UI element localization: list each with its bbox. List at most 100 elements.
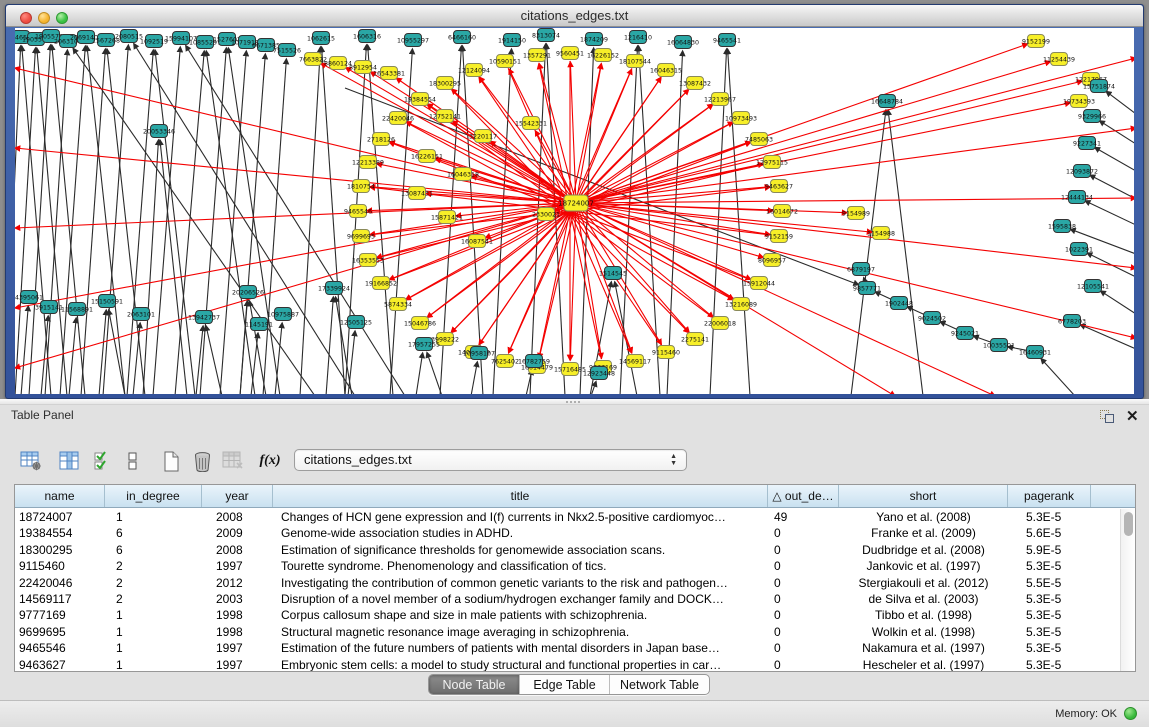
cell-short[interactable]: Franke et al. (2009) — [839, 525, 1008, 541]
cell-year[interactable]: 2003 — [202, 591, 273, 607]
cell-pagerank[interactable]: 5.3E-5 — [1008, 640, 1091, 656]
cell-in_degree[interactable]: 1 — [105, 607, 202, 623]
cell-short[interactable]: Tibbo et al. (1998) — [839, 607, 1008, 623]
cell-out_degree[interactable]: 49 — [768, 509, 839, 525]
cell-in_degree[interactable]: 1 — [105, 640, 202, 656]
cell-year[interactable]: 2012 — [202, 575, 273, 591]
table-row[interactable]: 2242004622012Investigating the contribut… — [15, 575, 1120, 591]
delete-column-button[interactable] — [189, 447, 215, 475]
cell-year[interactable]: 2008 — [202, 542, 273, 558]
cell-name[interactable]: 9463627 — [15, 657, 105, 671]
column-header-out_degree[interactable]: △ out_de… — [768, 485, 839, 507]
cell-name[interactable]: 9115460 — [15, 558, 105, 574]
cell-name[interactable]: 9465546 — [15, 640, 105, 656]
cell-in_degree[interactable]: 1 — [105, 624, 202, 640]
cell-year[interactable]: 1997 — [202, 640, 273, 656]
clear-column-selection-button[interactable] — [120, 447, 146, 475]
cell-out_degree[interactable]: 0 — [768, 558, 839, 574]
cell-pagerank[interactable]: 5.9E-5 — [1008, 542, 1091, 558]
cell-pagerank[interactable]: 5.3E-5 — [1008, 509, 1091, 525]
cell-title[interactable]: Changes of HCN gene expression and I(f) … — [273, 509, 768, 525]
cell-year[interactable]: 1997 — [202, 657, 273, 671]
cell-title[interactable]: Estimation of significance thresholds fo… — [273, 542, 768, 558]
cell-out_degree[interactable]: 0 — [768, 640, 839, 656]
cell-short[interactable]: Dudbridge et al. (2008) — [839, 542, 1008, 558]
column-header-short[interactable]: short — [839, 485, 1008, 507]
column-header-name[interactable]: name — [15, 485, 105, 507]
cell-in_degree[interactable]: 1 — [105, 657, 202, 671]
cell-name[interactable]: 18300295 — [15, 542, 105, 558]
memory-status-indicator[interactable] — [1124, 707, 1137, 720]
cell-year[interactable]: 2009 — [202, 525, 273, 541]
column-header-pagerank[interactable]: pagerank — [1008, 485, 1091, 507]
select-all-columns-button[interactable] — [90, 447, 116, 475]
cell-in_degree[interactable]: 1 — [105, 509, 202, 525]
cell-out_degree[interactable]: 0 — [768, 657, 839, 671]
cell-in_degree[interactable]: 2 — [105, 575, 202, 591]
cell-in_degree[interactable]: 2 — [105, 558, 202, 574]
cell-short[interactable]: de Silva et al. (2003) — [839, 591, 1008, 607]
cell-name[interactable]: 19384554 — [15, 525, 105, 541]
tab-edge-table[interactable]: Edge Table — [519, 675, 609, 694]
cell-short[interactable]: Nakamura et al. (1997) — [839, 640, 1008, 656]
table-row[interactable]: 1872400712008Changes of HCN gene express… — [15, 509, 1120, 525]
cell-short[interactable]: Jankovic et al. (1997) — [839, 558, 1008, 574]
cell-title[interactable]: Tourette syndrome. Phenomenology and cla… — [273, 558, 768, 574]
table-row[interactable]: 1830029562008Estimation of significance … — [15, 542, 1120, 558]
cell-pagerank[interactable]: 5.6E-5 — [1008, 525, 1091, 541]
cell-title[interactable]: Disruption of a novel member of a sodium… — [273, 591, 768, 607]
cell-out_degree[interactable]: 0 — [768, 525, 839, 541]
cell-title[interactable]: Investigating the contribution of common… — [273, 575, 768, 591]
column-header-title[interactable]: title — [273, 485, 768, 507]
scrollbar-thumb[interactable] — [1124, 512, 1133, 536]
cell-pagerank[interactable]: 5.3E-5 — [1008, 591, 1091, 607]
delete-table-button[interactable] — [220, 447, 246, 475]
cell-year[interactable]: 1998 — [202, 607, 273, 623]
function-builder-button[interactable]: f(x) — [257, 447, 283, 475]
cell-year[interactable]: 2008 — [202, 509, 273, 525]
table-mode-button[interactable] — [18, 447, 44, 475]
tab-network-table[interactable]: Network Table — [609, 675, 709, 694]
table-select-dropdown[interactable]: citations_edges.txt ▲▼ — [294, 449, 687, 471]
table-row[interactable]: 1938455462009Genome-wide association stu… — [15, 525, 1120, 541]
cell-short[interactable]: Stergiakouli et al. (2012) — [839, 575, 1008, 591]
cell-short[interactable]: Yano et al. (2008) — [839, 509, 1008, 525]
cell-in_degree[interactable]: 6 — [105, 525, 202, 541]
cell-name[interactable]: 22420046 — [15, 575, 105, 591]
cell-out_degree[interactable]: 0 — [768, 575, 839, 591]
cell-name[interactable]: 9699695 — [15, 624, 105, 640]
cell-short[interactable]: Wolkin et al. (1998) — [839, 624, 1008, 640]
cell-year[interactable]: 1997 — [202, 558, 273, 574]
cell-title[interactable]: Corpus callosum shape and size in male p… — [273, 607, 768, 623]
cell-in_degree[interactable]: 2 — [105, 591, 202, 607]
float-panel-icon[interactable] — [1100, 410, 1116, 424]
cell-out_degree[interactable]: 0 — [768, 542, 839, 558]
cell-name[interactable]: 18724007 — [15, 509, 105, 525]
network-canvas[interactable]: 1872400716014672915215980969571591204413… — [15, 28, 1134, 394]
cell-pagerank[interactable]: 5.3E-5 — [1008, 558, 1091, 574]
panel-resize-divider[interactable] — [0, 399, 1149, 405]
column-header-in_degree[interactable]: in_degree — [105, 485, 202, 507]
cell-out_degree[interactable]: 0 — [768, 607, 839, 623]
cell-year[interactable]: 1998 — [202, 624, 273, 640]
table-vertical-scrollbar[interactable] — [1120, 509, 1135, 671]
cell-short[interactable]: Hescheler et al. (1997) — [839, 657, 1008, 671]
column-header-year[interactable]: year — [202, 485, 273, 507]
table-row[interactable]: 911546021997Tourette syndrome. Phenomeno… — [15, 558, 1120, 574]
cell-pagerank[interactable]: 5.3E-5 — [1008, 657, 1091, 671]
cell-pagerank[interactable]: 5.3E-5 — [1008, 607, 1091, 623]
new-column-button[interactable] — [158, 447, 184, 475]
cell-pagerank[interactable]: 5.3E-5 — [1008, 624, 1091, 640]
column-visibility-button[interactable] — [57, 447, 83, 475]
table-row[interactable]: 946554611997Estimation of the future num… — [15, 640, 1120, 656]
table-row[interactable]: 969969511998Structural magnetic resonanc… — [15, 624, 1120, 640]
cell-pagerank[interactable]: 5.5E-5 — [1008, 575, 1091, 591]
cell-name[interactable]: 14569117 — [15, 591, 105, 607]
cell-in_degree[interactable]: 6 — [105, 542, 202, 558]
cell-title[interactable]: Structural magnetic resonance image aver… — [273, 624, 768, 640]
network-window-titlebar[interactable]: citations_edges.txt — [6, 5, 1143, 27]
table-row[interactable]: 977716911998Corpus callosum shape and si… — [15, 607, 1120, 623]
cell-title[interactable]: Estimation of the future numbers of pati… — [273, 640, 768, 656]
cell-out_degree[interactable]: 0 — [768, 624, 839, 640]
table-row[interactable]: 946362711997Embryonic stem cells: a mode… — [15, 657, 1120, 671]
